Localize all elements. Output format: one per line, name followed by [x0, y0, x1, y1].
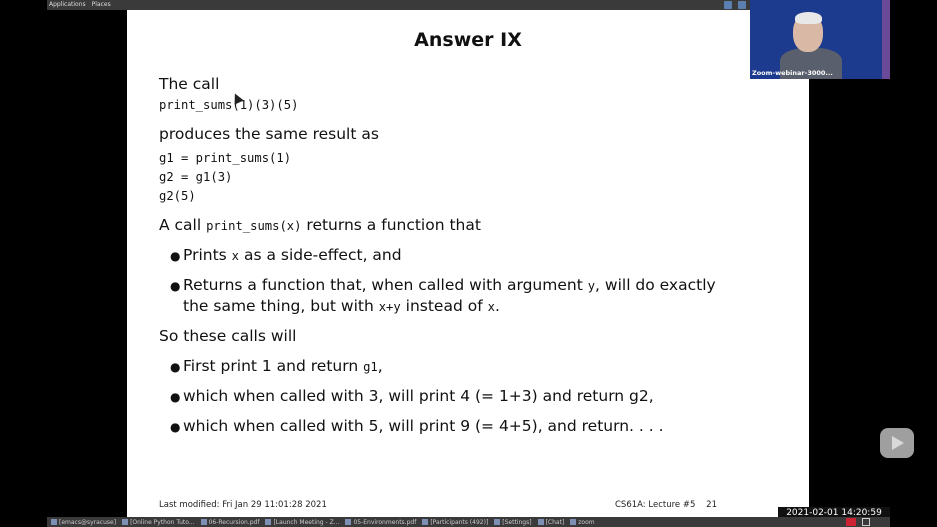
window-icon: [537, 519, 544, 525]
inline-code: x+y: [378, 300, 401, 314]
text: returns a function that: [301, 216, 481, 234]
text: ,: [377, 357, 383, 375]
bullet-item: ● First print 1 and return g1,: [170, 357, 383, 375]
taskbar-item[interactable]: zoom: [570, 518, 595, 526]
bullet-dot: ●: [170, 360, 181, 374]
code-line: g1 = print_sums(1): [159, 151, 292, 165]
taskbar-item[interactable]: [Settings]: [494, 518, 532, 526]
text: .: [494, 297, 500, 315]
text: , will do exactly: [595, 276, 716, 294]
window-icon: [494, 519, 501, 525]
applications-menu[interactable]: Applications: [49, 0, 86, 10]
call-label: The call: [159, 75, 220, 93]
taskbar-item[interactable]: [Online Python Tuto...: [122, 519, 195, 526]
text: Prints: [183, 246, 232, 264]
play-button[interactable]: [880, 428, 914, 458]
taskbar-item[interactable]: [Chat]: [537, 518, 565, 526]
taskbar-item-label: [Chat]: [545, 518, 565, 526]
taskbar-item-label: [Online Python Tuto...: [130, 518, 195, 526]
taskbar-item-label: 05-Environments.pdf: [353, 518, 417, 526]
taskbar-item-label: [emacs@syracuse]: [59, 518, 117, 526]
text: as a side-effect, and: [239, 246, 402, 264]
speaker-hair: [795, 12, 822, 24]
window-icon: [122, 519, 129, 525]
inline-code: x: [231, 249, 240, 263]
tray-icon[interactable]: [724, 1, 732, 9]
bullet-dot: ●: [170, 420, 181, 434]
inline-code: g1: [363, 360, 378, 374]
window-icon: [51, 519, 57, 525]
bullet-item: ● which when called with 5, will print 9…: [170, 417, 664, 435]
window-icon: [265, 519, 272, 525]
taskbar-item-label: [Launch Meeting - Z...: [273, 518, 340, 526]
text: First print 1 and return: [183, 357, 364, 375]
pdf-icon: [200, 519, 207, 525]
taskbar-item-label: zoom: [578, 518, 595, 526]
bullet-item: ● which when called with 3, will print 4…: [170, 387, 654, 405]
top-menu: Applications Places: [49, 0, 111, 10]
taskbar-item-label: [Settings]: [502, 518, 532, 526]
background-edge: [882, 0, 890, 79]
webcam-video[interactable]: Zoom-webinar-3000...: [750, 0, 890, 79]
bullet-item: ● Prints x as a side-effect, and: [170, 246, 402, 264]
play-icon: [892, 436, 904, 450]
text: Returns a function that, when called wit…: [183, 276, 588, 294]
slide: Answer IX The call print_sums(1)(3)(5) p…: [127, 10, 809, 517]
zoom-icon: [570, 519, 577, 525]
recording-icon[interactable]: [846, 518, 856, 526]
pdf-icon: [345, 519, 352, 525]
text: the same thing, but with: [183, 297, 379, 315]
inline-code: print_sums(x): [206, 219, 302, 233]
so-label: So these calls will: [159, 327, 297, 345]
window-icon: [422, 519, 429, 525]
taskbar-item[interactable]: [emacs@syracuse]: [51, 519, 116, 526]
taskbar-item-label: [Participants (492)]: [430, 518, 489, 526]
system-tray: [724, 1, 746, 9]
code-line: g2(5): [159, 189, 196, 203]
footer-modified: Last modified: Fri Jan 29 11:01:28 2021: [159, 500, 327, 510]
taskbar-item[interactable]: [Participants (492)]: [422, 519, 488, 526]
bullet-item: ● Returns a function that, when called w…: [170, 276, 716, 294]
code-line: g2 = g1(3): [159, 170, 233, 184]
bullet-dot: ●: [170, 249, 181, 263]
taskbar-item[interactable]: 05-Environments.pdf: [345, 519, 416, 526]
text: which when called with 3, will print 4 (…: [183, 387, 654, 405]
bullet-dot: ●: [170, 390, 181, 404]
text: which when called with 5, will print 9 (…: [183, 417, 664, 435]
taskbar-item[interactable]: [Launch Meeting - Z...: [265, 519, 339, 526]
inline-code: y: [587, 279, 596, 293]
bullet-continuation: the same thing, but with x+y instead of …: [183, 297, 500, 315]
call-code: print_sums(1)(3)(5): [159, 98, 299, 112]
bullet-dot: ●: [170, 279, 181, 293]
inline-code: x: [487, 300, 495, 314]
footer-lecture: CS61A: Lecture #5 21: [615, 500, 717, 510]
tray-icon[interactable]: [738, 1, 746, 9]
taskbar-item-label: 06-Recursion.pdf: [208, 518, 260, 526]
places-menu[interactable]: Places: [92, 0, 111, 10]
taskbar-item[interactable]: 06-Recursion.pdf: [200, 518, 260, 526]
taskbar: [emacs@syracuse] [Online Python Tuto... …: [47, 517, 890, 527]
returns-sentence: A call print_sums(x) returns a function …: [159, 216, 481, 234]
slide-title: Answer IX: [414, 29, 522, 51]
text: instead of: [400, 297, 488, 315]
produces-label: produces the same result as: [159, 125, 379, 143]
top-panel: Applications Places: [47, 0, 750, 10]
webcam-label: Zoom-webinar-3000...: [752, 69, 833, 77]
text: A call: [159, 216, 207, 234]
show-desktop-icon[interactable]: [862, 518, 870, 526]
